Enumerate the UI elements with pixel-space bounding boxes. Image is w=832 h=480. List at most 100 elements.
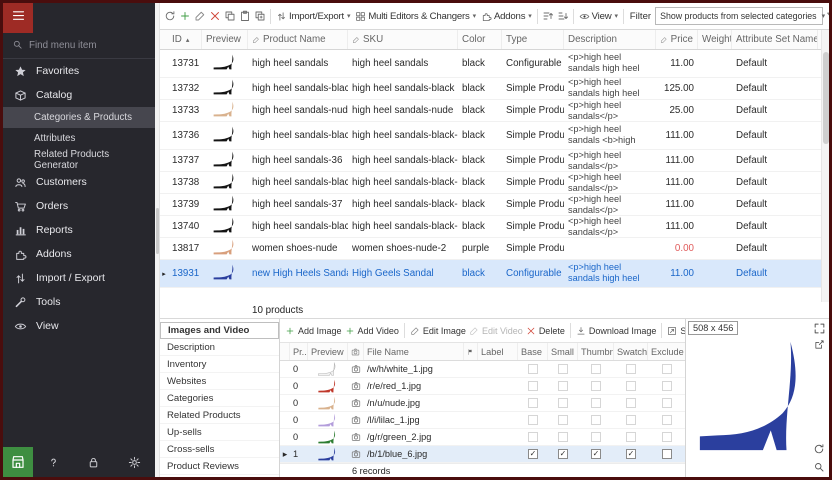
gear-icon[interactable] bbox=[128, 456, 141, 469]
swatch-checkbox[interactable] bbox=[626, 364, 636, 374]
checkbox-exclude[interactable] bbox=[648, 398, 686, 408]
column-header-price[interactable]: Price bbox=[656, 30, 698, 49]
copy-button[interactable] bbox=[223, 6, 237, 26]
view-dropdown[interactable]: View▾ bbox=[577, 6, 620, 26]
checkbox-small[interactable] bbox=[548, 381, 578, 391]
help-icon[interactable] bbox=[47, 456, 60, 469]
checkbox-small[interactable] bbox=[548, 432, 578, 442]
image-column-camera[interactable] bbox=[348, 343, 364, 360]
image-column-small[interactable]: Small bbox=[548, 343, 578, 360]
image-column-col0[interactable] bbox=[280, 343, 290, 360]
base-checkbox[interactable] bbox=[528, 398, 538, 408]
checkbox-small[interactable] bbox=[548, 398, 578, 408]
add-image-button[interactable]: Add Image bbox=[285, 326, 342, 336]
base-checkbox[interactable] bbox=[528, 364, 538, 374]
small-checkbox[interactable] bbox=[558, 398, 568, 408]
sidebar-item-import-export[interactable]: Import / Export bbox=[3, 266, 155, 290]
import-export-dropdown[interactable]: Import/Export▾ bbox=[274, 6, 352, 26]
lock-icon[interactable] bbox=[87, 456, 100, 469]
tab-images-and-video[interactable]: Images and Video bbox=[160, 322, 279, 339]
checkbox-exclude[interactable] bbox=[648, 449, 686, 459]
image-column-swatch[interactable]: Swatch bbox=[614, 343, 648, 360]
image-column-base[interactable]: Base bbox=[518, 343, 548, 360]
image-row[interactable]: ▸1/b/1/blue_6.jpg✓✓✓✓ bbox=[280, 446, 685, 463]
paste-button[interactable] bbox=[238, 6, 252, 26]
sidebar-item-categories-products[interactable]: Categories & Products bbox=[3, 107, 155, 128]
multi-editors-changers-dropdown[interactable]: Multi Editors & Changers▾ bbox=[353, 6, 478, 26]
sort-asc-button[interactable] bbox=[541, 6, 555, 26]
column-header-color[interactable]: Color bbox=[458, 30, 502, 49]
exclude-checkbox[interactable] bbox=[662, 415, 672, 425]
image-column-pr[interactable]: Pr... bbox=[290, 343, 308, 360]
edit-button[interactable] bbox=[193, 6, 207, 26]
thumb-checkbox[interactable]: ✓ bbox=[591, 449, 601, 459]
base-checkbox[interactable] bbox=[528, 415, 538, 425]
scrollbar-thumb[interactable] bbox=[823, 52, 829, 144]
filters-dropdown[interactable]: Filters▾ bbox=[824, 6, 829, 26]
checkbox-small[interactable] bbox=[548, 364, 578, 374]
image-column-exclude[interactable]: Exclude bbox=[648, 343, 686, 360]
table-row[interactable]: 13736high heel sandals-black-36high heel… bbox=[160, 122, 829, 150]
image-row[interactable]: 0/w/h/white_1.jpg bbox=[280, 361, 685, 378]
fullscreen-icon[interactable] bbox=[813, 322, 826, 335]
sort-desc-button[interactable] bbox=[556, 6, 570, 26]
image-row[interactable]: 0/r/e/red_1.jpg bbox=[280, 378, 685, 395]
small-checkbox[interactable] bbox=[558, 432, 568, 442]
tab-categories[interactable]: Categories bbox=[160, 390, 279, 407]
column-header-type[interactable]: Type bbox=[502, 30, 564, 49]
tab-cross-sells[interactable]: Cross-sells bbox=[160, 441, 279, 458]
small-checkbox[interactable]: ✓ bbox=[558, 449, 568, 459]
table-row[interactable]: 13817women shoes-nudewomen shoes-nude-2p… bbox=[160, 238, 829, 260]
checkbox-small[interactable]: ✓ bbox=[548, 449, 578, 459]
sidebar-item-customers[interactable]: Customers bbox=[3, 170, 155, 194]
menu-search-input[interactable]: Find menu item bbox=[3, 33, 155, 59]
store-button[interactable] bbox=[3, 447, 33, 477]
checkbox-base[interactable]: ✓ bbox=[518, 449, 548, 459]
add-video-button[interactable]: Add Video bbox=[345, 326, 399, 336]
column-header-weight[interactable]: Weight bbox=[698, 30, 732, 49]
checkbox-thumb[interactable] bbox=[578, 381, 614, 391]
sidebar-item-favorites[interactable]: Favorites bbox=[3, 59, 155, 83]
checkbox-swatch[interactable] bbox=[614, 432, 648, 442]
table-row[interactable]: 13733high heel sandals-nudehigh heel san… bbox=[160, 100, 829, 122]
addons-dropdown[interactable]: Addons▾ bbox=[479, 6, 534, 26]
image-row[interactable]: 0/g/r/green_2.jpg bbox=[280, 429, 685, 446]
refresh-button[interactable] bbox=[163, 6, 177, 26]
base-checkbox[interactable] bbox=[528, 381, 538, 391]
table-row[interactable]: 13739high heel sandals-37high heel sanda… bbox=[160, 194, 829, 216]
row-expander[interactable]: ▸ bbox=[160, 270, 168, 278]
image-row[interactable]: 0/n/u/nude.jpg bbox=[280, 395, 685, 412]
checkbox-base[interactable] bbox=[518, 415, 548, 425]
checkbox-thumb[interactable] bbox=[578, 398, 614, 408]
image-column-thumbna[interactable]: Thumbna... bbox=[578, 343, 614, 360]
tab-product-reviews[interactable]: Product Reviews bbox=[160, 458, 279, 475]
table-row[interactable]: 13738high heel sandals-black-37high heel… bbox=[160, 172, 829, 194]
rotate-icon[interactable] bbox=[813, 443, 825, 455]
swatch-checkbox[interactable]: ✓ bbox=[626, 449, 636, 459]
sidebar-item-view[interactable]: View bbox=[3, 314, 155, 338]
category-filter-select[interactable]: Show products from selected categories▾ bbox=[655, 7, 823, 25]
delete-button[interactable]: Delete bbox=[526, 326, 565, 336]
base-checkbox[interactable] bbox=[528, 432, 538, 442]
thumb-checkbox[interactable] bbox=[591, 381, 601, 391]
zoom-icon[interactable] bbox=[813, 461, 825, 473]
exclude-checkbox[interactable] bbox=[662, 364, 672, 374]
column-header-id[interactable]: ID▴ bbox=[168, 30, 202, 49]
sidebar-item-related-products-generator[interactable]: Related Products Generator bbox=[3, 149, 155, 170]
swatch-checkbox[interactable] bbox=[626, 398, 636, 408]
base-checkbox[interactable]: ✓ bbox=[528, 449, 538, 459]
column-header-description[interactable]: Description bbox=[564, 30, 656, 49]
table-row[interactable]: 13740high heel sandals-black-38high heel… bbox=[160, 216, 829, 238]
sidebar-item-tools[interactable]: Tools bbox=[3, 290, 155, 314]
image-column-flag[interactable] bbox=[464, 343, 478, 360]
checkbox-thumb[interactable] bbox=[578, 432, 614, 442]
exclude-checkbox[interactable] bbox=[662, 381, 672, 391]
checkbox-thumb[interactable] bbox=[578, 415, 614, 425]
sidebar-item-reports[interactable]: Reports bbox=[3, 218, 155, 242]
checkbox-exclude[interactable] bbox=[648, 432, 686, 442]
checkbox-exclude[interactable] bbox=[648, 415, 686, 425]
thumb-checkbox[interactable] bbox=[591, 398, 601, 408]
download-image-button[interactable]: Download Image bbox=[576, 326, 657, 336]
checkbox-base[interactable] bbox=[518, 364, 548, 374]
sidebar-item-catalog[interactable]: Catalog bbox=[3, 83, 155, 107]
